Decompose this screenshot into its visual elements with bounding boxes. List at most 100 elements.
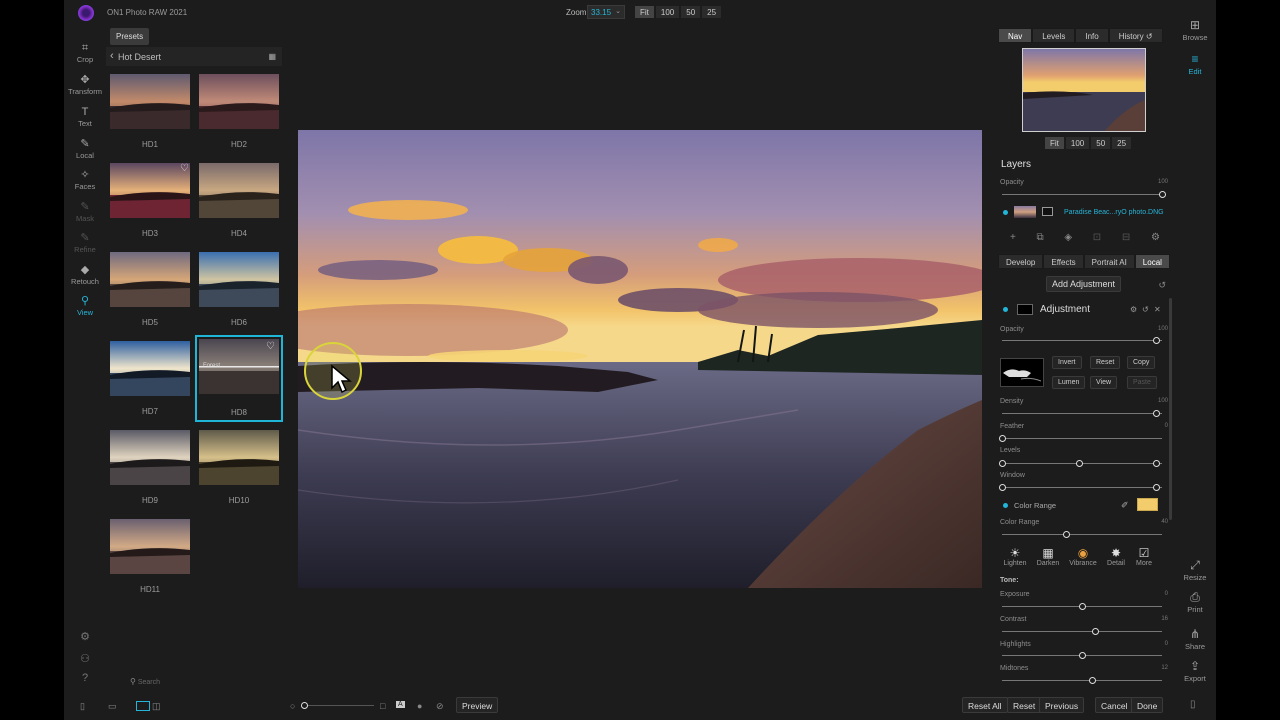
- slider-knob[interactable]: [1091, 628, 1099, 635]
- tab-develop[interactable]: Develop: [998, 254, 1044, 269]
- zoom-slider[interactable]: [301, 702, 374, 709]
- done-button[interactable]: Done: [1131, 697, 1164, 713]
- preset-thumb-hd7[interactable]: HD7: [108, 338, 192, 423]
- darken-button[interactable]: ▦ Darken: [1031, 546, 1065, 567]
- tool-refine[interactable]: ✎ Refine: [64, 232, 106, 254]
- tab-nav[interactable]: Nav: [998, 28, 1033, 43]
- chevron-down-icon[interactable]: ⌄: [615, 7, 621, 15]
- tool-crop[interactable]: ⌗ Crop: [64, 42, 106, 64]
- preset-search-input[interactable]: Search: [138, 679, 160, 686]
- tool-mask[interactable]: ✎ Mask: [64, 201, 106, 223]
- delete-layer-icon[interactable]: ⊟: [1122, 232, 1130, 243]
- navigator-preview[interactable]: [1022, 48, 1146, 132]
- fill-layer-icon[interactable]: ◈: [1064, 232, 1072, 243]
- tab-history[interactable]: History ↺: [1108, 28, 1163, 43]
- panel-scrollbar[interactable]: [1169, 298, 1172, 520]
- module-edit[interactable]: ≡ Edit: [1174, 52, 1216, 76]
- duplicate-layer-icon[interactable]: ⧉: [1037, 232, 1044, 243]
- tool-view[interactable]: ⚲ View: [64, 295, 106, 317]
- tab-levels[interactable]: Levels: [1032, 28, 1076, 43]
- layer-settings-icon[interactable]: ⚙: [1151, 232, 1160, 243]
- nav-zoom-fit[interactable]: Fit: [1044, 136, 1065, 150]
- adjustment-settings-icon[interactable]: ⚙: [1130, 305, 1137, 314]
- slider-knob[interactable]: [1079, 603, 1086, 610]
- invert-button[interactable]: Invert: [1052, 356, 1082, 369]
- adjustment-visibility-icon[interactable]: [1003, 307, 1008, 312]
- highlights-slider[interactable]: [1002, 652, 1162, 659]
- slider-knob[interactable]: [1152, 410, 1160, 417]
- preview-button[interactable]: Preview: [456, 697, 499, 713]
- nav-zoom-100[interactable]: 100: [1064, 136, 1091, 150]
- slider-knob[interactable]: [1063, 531, 1070, 538]
- levels-slider[interactable]: [999, 460, 1162, 467]
- zoom-fit-button[interactable]: Fit: [634, 5, 655, 19]
- slider-knob[interactable]: [301, 702, 308, 709]
- layer-visibility-icon[interactable]: [1003, 210, 1008, 215]
- favorite-heart-icon[interactable]: ♡: [266, 341, 275, 352]
- preset-thumb-hd2[interactable]: HD2: [197, 71, 281, 156]
- tool-local[interactable]: ✎ Local: [64, 138, 106, 160]
- layer-item[interactable]: Paradise Beac...ryO photo.DNG: [998, 204, 1170, 221]
- reset-icon[interactable]: ↺: [1158, 280, 1166, 291]
- zoom-input[interactable]: 33.15 ⌄: [587, 5, 625, 19]
- window-slider[interactable]: [999, 484, 1162, 491]
- preset-category-header[interactable]: ‹ Hot Desert ▦: [106, 47, 282, 66]
- tab-local[interactable]: Local: [1134, 254, 1170, 269]
- chevron-left-icon[interactable]: ‹: [110, 50, 114, 62]
- preset-thumb-hd3[interactable]: ♡ HD3: [108, 160, 192, 245]
- nav-zoom-50[interactable]: 50: [1090, 136, 1112, 150]
- tab-portrait-ai[interactable]: Portrait AI: [1083, 254, 1135, 269]
- layer-mask-icon[interactable]: [1042, 207, 1053, 216]
- preset-thumb-hd6[interactable]: HD6: [197, 249, 281, 334]
- more-button[interactable]: ☑ More: [1127, 546, 1161, 567]
- module-browse[interactable]: ⊞ Browse: [1174, 18, 1216, 42]
- slider-knob-high[interactable]: [1152, 460, 1160, 467]
- preset-search[interactable]: ⚲ Search: [130, 677, 160, 686]
- add-adjustment-button[interactable]: Add Adjustment: [1046, 276, 1122, 292]
- preset-thumb-hd5[interactable]: HD5: [108, 249, 192, 334]
- vibrance-button[interactable]: ◉ Vibrance: [1066, 546, 1100, 567]
- tool-transform[interactable]: ✥ Transform: [64, 74, 106, 96]
- zoom-out-icon[interactable]: ○: [290, 701, 295, 711]
- photo-canvas[interactable]: [298, 130, 982, 588]
- zoom-50-button[interactable]: 50: [680, 5, 702, 19]
- color-range-toggle-icon[interactable]: [1003, 503, 1008, 508]
- compare-view-icon[interactable]: ◫: [152, 701, 161, 712]
- module-export[interactable]: ⇪ Export: [1174, 659, 1216, 683]
- nav-zoom-25[interactable]: 25: [1111, 136, 1133, 150]
- view-mask-button[interactable]: View: [1090, 376, 1118, 389]
- slider-knob[interactable]: [999, 435, 1006, 442]
- reset-all-button[interactable]: Reset All: [962, 697, 1008, 713]
- slider-knob-low[interactable]: [999, 460, 1006, 467]
- single-view-icon[interactable]: [136, 701, 150, 711]
- auto-icon[interactable]: A: [396, 701, 405, 708]
- slider-knob-low[interactable]: [999, 484, 1006, 491]
- exposure-slider[interactable]: [1002, 603, 1162, 610]
- close-icon[interactable]: ✕: [1154, 305, 1161, 314]
- preset-thumb-hd4[interactable]: HD4: [197, 160, 281, 245]
- preset-thumb-hd8[interactable]: Forest ♡ HD8: [195, 335, 283, 422]
- preset-thumb-hd9[interactable]: HD9: [108, 427, 192, 512]
- module-resize[interactable]: ⤢ Resize: [1174, 558, 1216, 582]
- tool-retouch[interactable]: ◆ Retouch: [64, 264, 106, 286]
- reset-mask-button[interactable]: Reset: [1090, 356, 1121, 369]
- slider-knob-high[interactable]: [1152, 484, 1160, 491]
- midtones-slider[interactable]: [1002, 677, 1162, 684]
- slider-knob[interactable]: [1159, 191, 1166, 198]
- preset-thumb-hd11[interactable]: HD11: [108, 516, 192, 601]
- layer-opacity-slider[interactable]: [1002, 191, 1166, 198]
- color-range-swatch[interactable]: [1137, 498, 1158, 511]
- panel-toggle-left-icon[interactable]: ▯: [80, 701, 85, 712]
- lighten-button[interactable]: ☀ Lighten: [998, 546, 1032, 567]
- slider-knob[interactable]: [1152, 337, 1160, 344]
- tab-info[interactable]: Info: [1075, 28, 1109, 43]
- preset-thumb-hd1[interactable]: HD1: [108, 71, 192, 156]
- adjustment-opacity-slider[interactable]: [1002, 337, 1162, 344]
- add-layer-icon[interactable]: +: [1010, 232, 1016, 243]
- color-range-slider[interactable]: [1002, 531, 1162, 538]
- reset-button[interactable]: Reset: [1007, 697, 1042, 713]
- slider-knob[interactable]: [1088, 677, 1096, 684]
- tool-faces[interactable]: ✧ Faces: [64, 169, 106, 191]
- help-search-icon[interactable]: ⚙: [78, 630, 92, 644]
- filmstrip-icon[interactable]: ▭: [108, 701, 117, 712]
